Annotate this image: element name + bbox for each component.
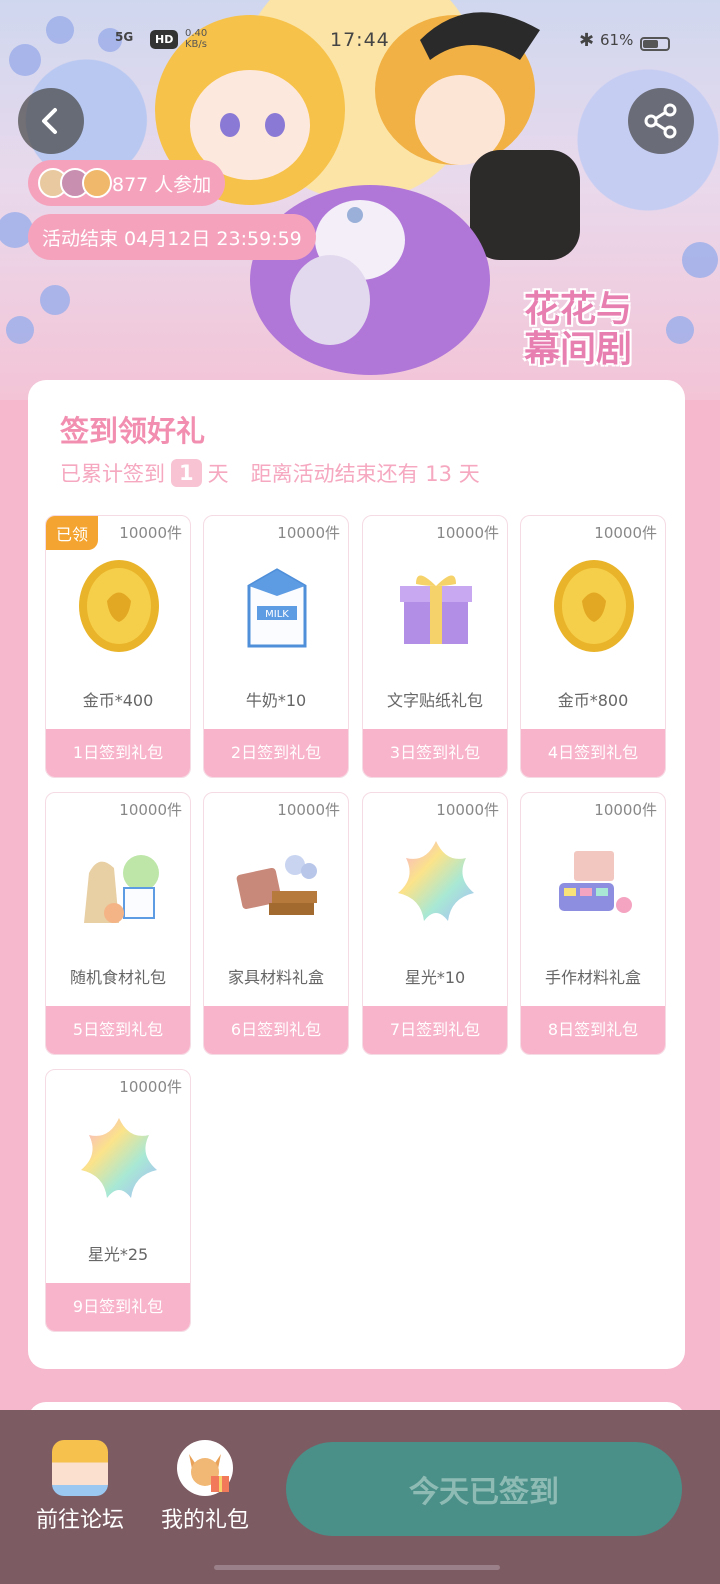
reward-day-label: 3日签到礼包	[363, 729, 507, 777]
gift-bag-icon	[177, 1440, 233, 1496]
avatar	[82, 168, 112, 198]
reward-day-label: 2日签到礼包	[204, 729, 348, 777]
reward-name: 文字贴纸礼包	[386, 691, 483, 710]
remaining-days: 距离活动结束还有 13 天	[250, 462, 480, 486]
network-indicator: 5G	[115, 30, 134, 44]
back-button[interactable]	[18, 88, 84, 154]
network-speed: 0.40 KB/s	[185, 28, 208, 50]
hd-badge: HD	[150, 30, 179, 49]
bluetooth-icon: ✱	[579, 30, 595, 51]
reward-name: 金币*800	[557, 691, 629, 710]
reward-quantity: 10000件	[594, 801, 657, 819]
gold-coin-icon	[79, 560, 159, 652]
reward-name: 星光*25	[87, 1245, 149, 1264]
fox-gift-icon	[189, 1454, 229, 1492]
chevron-left-icon	[42, 108, 57, 134]
milk-carton-icon: MILK	[247, 568, 307, 648]
rainbow-star-icon	[81, 1118, 157, 1198]
event-end-time: 活动结束 04月12日 23:59:59	[28, 214, 316, 260]
claimed-badge: 已领	[46, 516, 99, 550]
reward-quantity: 10000件	[436, 801, 499, 819]
reward-card-day-9[interactable]: 10000件 星光*25 9日签到礼包	[45, 1069, 191, 1332]
furniture-material-icon	[236, 855, 317, 915]
reward-name: 随机食材礼包	[69, 968, 166, 987]
signin-progress: 已累计签到 1 天 距离活动结束还有 13 天	[60, 458, 480, 488]
my-gifts-button[interactable]: 我的礼包	[150, 1440, 260, 1534]
signin-title: 签到领好礼	[60, 414, 206, 448]
status-bar: 5G HD 0.40 KB/s 17:44 ✱ 61%	[0, 26, 720, 62]
share-icon	[644, 103, 677, 139]
event-banner: 5G HD 0.40 KB/s 17:44 ✱ 61% 877 人参加 活动结束…	[0, 0, 720, 400]
participant-avatars	[38, 168, 112, 198]
reward-name: 家具材料礼盒	[227, 968, 324, 987]
gift-box-icon	[400, 575, 472, 644]
reward-card-day-3[interactable]: 10000件 文字贴纸礼包 3日签到礼包	[362, 515, 508, 778]
reward-day-label: 8日签到礼包	[521, 1006, 665, 1054]
forum-button[interactable]: 前往论坛	[25, 1440, 135, 1534]
reward-name: 星光*10	[404, 968, 466, 987]
forum-label: 前往论坛	[35, 1508, 124, 1533]
reward-card-day-5[interactable]: 10000件 随机食材礼包 5日签到礼包	[45, 792, 191, 1055]
reward-day-label: 5日签到礼包	[46, 1006, 190, 1054]
reward-quantity: 10000件	[277, 801, 340, 819]
reward-quantity: 10000件	[277, 524, 340, 542]
forum-app-icon	[52, 1440, 108, 1496]
reward-quantity: 10000件	[119, 524, 182, 542]
reward-card-day-2[interactable]: 10000件 MILK 牛奶*10 2日签到礼包	[203, 515, 349, 778]
checkin-button[interactable]: 今天已签到	[286, 1442, 682, 1536]
rainbow-star-icon	[398, 841, 474, 921]
reward-day-label: 4日签到礼包	[521, 729, 665, 777]
reward-card-day-6[interactable]: 10000件 家具材料礼盒 6日签到礼包	[203, 792, 349, 1055]
reward-day-label: 7日签到礼包	[363, 1006, 507, 1054]
reward-name: 手作材料礼盒	[544, 968, 641, 987]
reward-day-label: 1日签到礼包	[46, 729, 190, 777]
participants-badge: 877 人参加	[28, 160, 226, 206]
share-button[interactable]	[628, 88, 694, 154]
reward-quantity: 10000件	[594, 524, 657, 542]
clock: 17:44	[330, 29, 390, 51]
reward-day-label: 9日签到礼包	[46, 1283, 190, 1331]
reward-quantity: 10000件	[436, 524, 499, 542]
my-gifts-label: 我的礼包	[160, 1508, 249, 1533]
reward-day-label: 6日签到礼包	[204, 1006, 348, 1054]
home-indicator[interactable]	[214, 1565, 500, 1570]
craft-material-icon	[559, 851, 632, 913]
game-logo: 花花与 幕间剧	[524, 289, 633, 370]
gold-coin-icon	[554, 560, 634, 652]
participants-count: 877 人参加	[112, 173, 212, 196]
battery-icon	[640, 37, 670, 51]
reward-quantity: 10000件	[119, 1078, 182, 1096]
reward-card-day-8[interactable]: 10000件 手作材料礼盒 8日签到礼包	[520, 792, 666, 1055]
reward-name: 牛奶*10	[245, 691, 307, 710]
signin-card: 签到领好礼 已累计签到 1 天 距离活动结束还有 13 天 已领 10000件 …	[28, 380, 685, 1369]
accum-days-badge: 1	[171, 459, 202, 487]
bottom-bar: 前往论坛 我的礼包 今天已签到	[0, 1410, 720, 1584]
reward-quantity: 10000件	[119, 801, 182, 819]
reward-card-day-1[interactable]: 已领 10000件 金币*400 1日签到礼包	[45, 515, 191, 778]
battery-percent: 61%	[600, 31, 634, 49]
reward-card-day-4[interactable]: 10000件 金币*800 4日签到礼包	[520, 515, 666, 778]
svg-text:MILK: MILK	[265, 609, 289, 620]
battery-fill	[643, 40, 658, 48]
reward-card-day-7[interactable]: 10000件 星光*10 7日签到礼包	[362, 792, 508, 1055]
food-bag-icon	[84, 855, 159, 923]
reward-name: 金币*400	[82, 691, 154, 710]
